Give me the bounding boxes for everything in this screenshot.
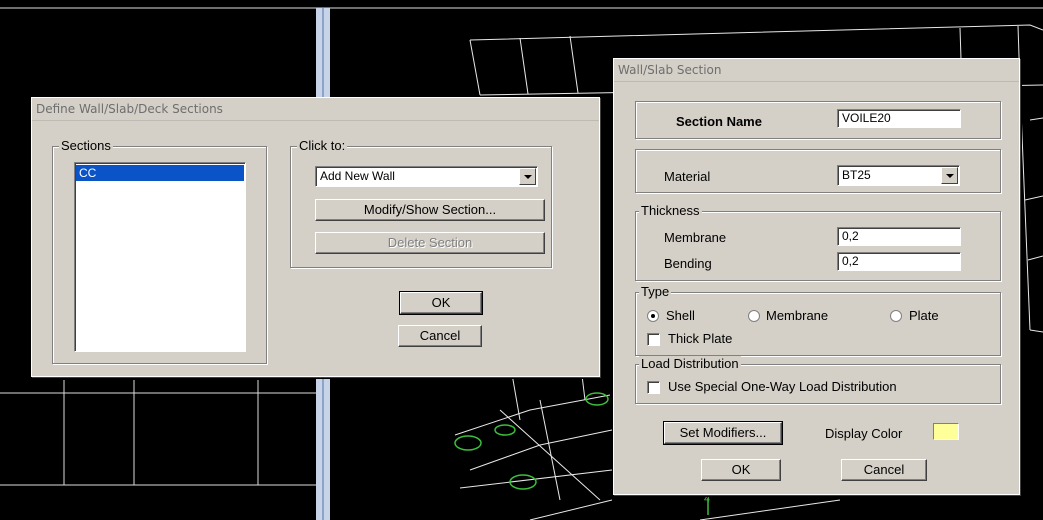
section-name-label: Section Name bbox=[676, 114, 762, 129]
material-dropdown[interactable]: BT25 bbox=[837, 165, 960, 186]
dropdown-value: Add New Wall bbox=[320, 169, 395, 183]
load-distribution-group: Load Distribution Use Special One-Way Lo… bbox=[635, 356, 1001, 404]
define-sections-dialog: Define Wall/Slab/Deck Sections Sections … bbox=[31, 97, 600, 377]
thick-plate-checkbox[interactable] bbox=[647, 333, 660, 346]
material-label: Material bbox=[664, 169, 711, 184]
sections-list[interactable]: CC bbox=[74, 162, 246, 352]
type-group: Type Shell Membrane Plate Thick Plate bbox=[635, 284, 1001, 356]
define-dialog-title: Define Wall/Slab/Deck Sections bbox=[32, 98, 599, 121]
section-ok-button[interactable]: OK bbox=[701, 459, 781, 481]
thickness-group: Thickness Membrane 0,2 Bending 0,2 bbox=[635, 203, 1001, 281]
chevron-down-icon[interactable] bbox=[519, 168, 536, 185]
thick-plate-label[interactable]: Thick Plate bbox=[668, 331, 732, 346]
display-color-label: Display Color bbox=[825, 426, 903, 441]
set-modifiers-button[interactable]: Set Modifiers... bbox=[663, 421, 783, 445]
section-dialog-title: Wall/Slab Section bbox=[614, 59, 1019, 82]
delete-section-button[interactable]: Delete Section bbox=[315, 232, 545, 254]
membrane-type-label[interactable]: Membrane bbox=[766, 308, 828, 323]
one-way-load-label[interactable]: Use Special One-Way Load Distribution bbox=[668, 379, 897, 394]
chevron-down-icon[interactable] bbox=[941, 167, 958, 184]
ok-button[interactable]: OK bbox=[399, 291, 483, 315]
section-name-input[interactable]: VOILE20 bbox=[837, 109, 961, 128]
membrane-thickness-label: Membrane bbox=[664, 230, 727, 245]
material-value: BT25 bbox=[842, 168, 871, 182]
display-color-swatch[interactable] bbox=[933, 423, 959, 440]
one-way-load-checkbox[interactable] bbox=[647, 381, 660, 394]
click-to-group: Click to: Add New Wall Modify/Show Secti… bbox=[290, 138, 552, 268]
type-legend: Type bbox=[639, 284, 672, 299]
section-name-group: Section Name VOILE20 bbox=[635, 101, 1001, 139]
section-cancel-button[interactable]: Cancel bbox=[841, 459, 927, 481]
plate-label[interactable]: Plate bbox=[909, 308, 939, 323]
sections-list-item-label: CC bbox=[79, 166, 97, 180]
plate-radio[interactable] bbox=[890, 310, 902, 322]
modify-show-section-button[interactable]: Modify/Show Section... bbox=[315, 199, 545, 221]
thickness-legend: Thickness bbox=[639, 203, 702, 218]
shell-radio[interactable] bbox=[647, 310, 659, 322]
membrane-radio[interactable] bbox=[748, 310, 760, 322]
bending-thickness-input[interactable]: 0,2 bbox=[837, 252, 961, 271]
add-new-wall-dropdown[interactable]: Add New Wall bbox=[315, 166, 538, 187]
sections-legend: Sections bbox=[59, 138, 113, 153]
sections-group: Sections CC bbox=[52, 138, 267, 364]
wall-slab-section-dialog: Wall/Slab Section Section Name VOILE20 M… bbox=[613, 58, 1020, 495]
membrane-thickness-input[interactable]: 0,2 bbox=[837, 227, 961, 246]
click-to-legend: Click to: bbox=[297, 138, 348, 153]
shell-label[interactable]: Shell bbox=[666, 308, 695, 323]
load-distribution-legend: Load Distribution bbox=[639, 356, 741, 371]
sections-list-item[interactable]: CC bbox=[76, 165, 244, 181]
cancel-button[interactable]: Cancel bbox=[398, 325, 482, 347]
material-group: Material BT25 bbox=[635, 149, 1001, 193]
bending-thickness-label: Bending bbox=[664, 256, 712, 271]
